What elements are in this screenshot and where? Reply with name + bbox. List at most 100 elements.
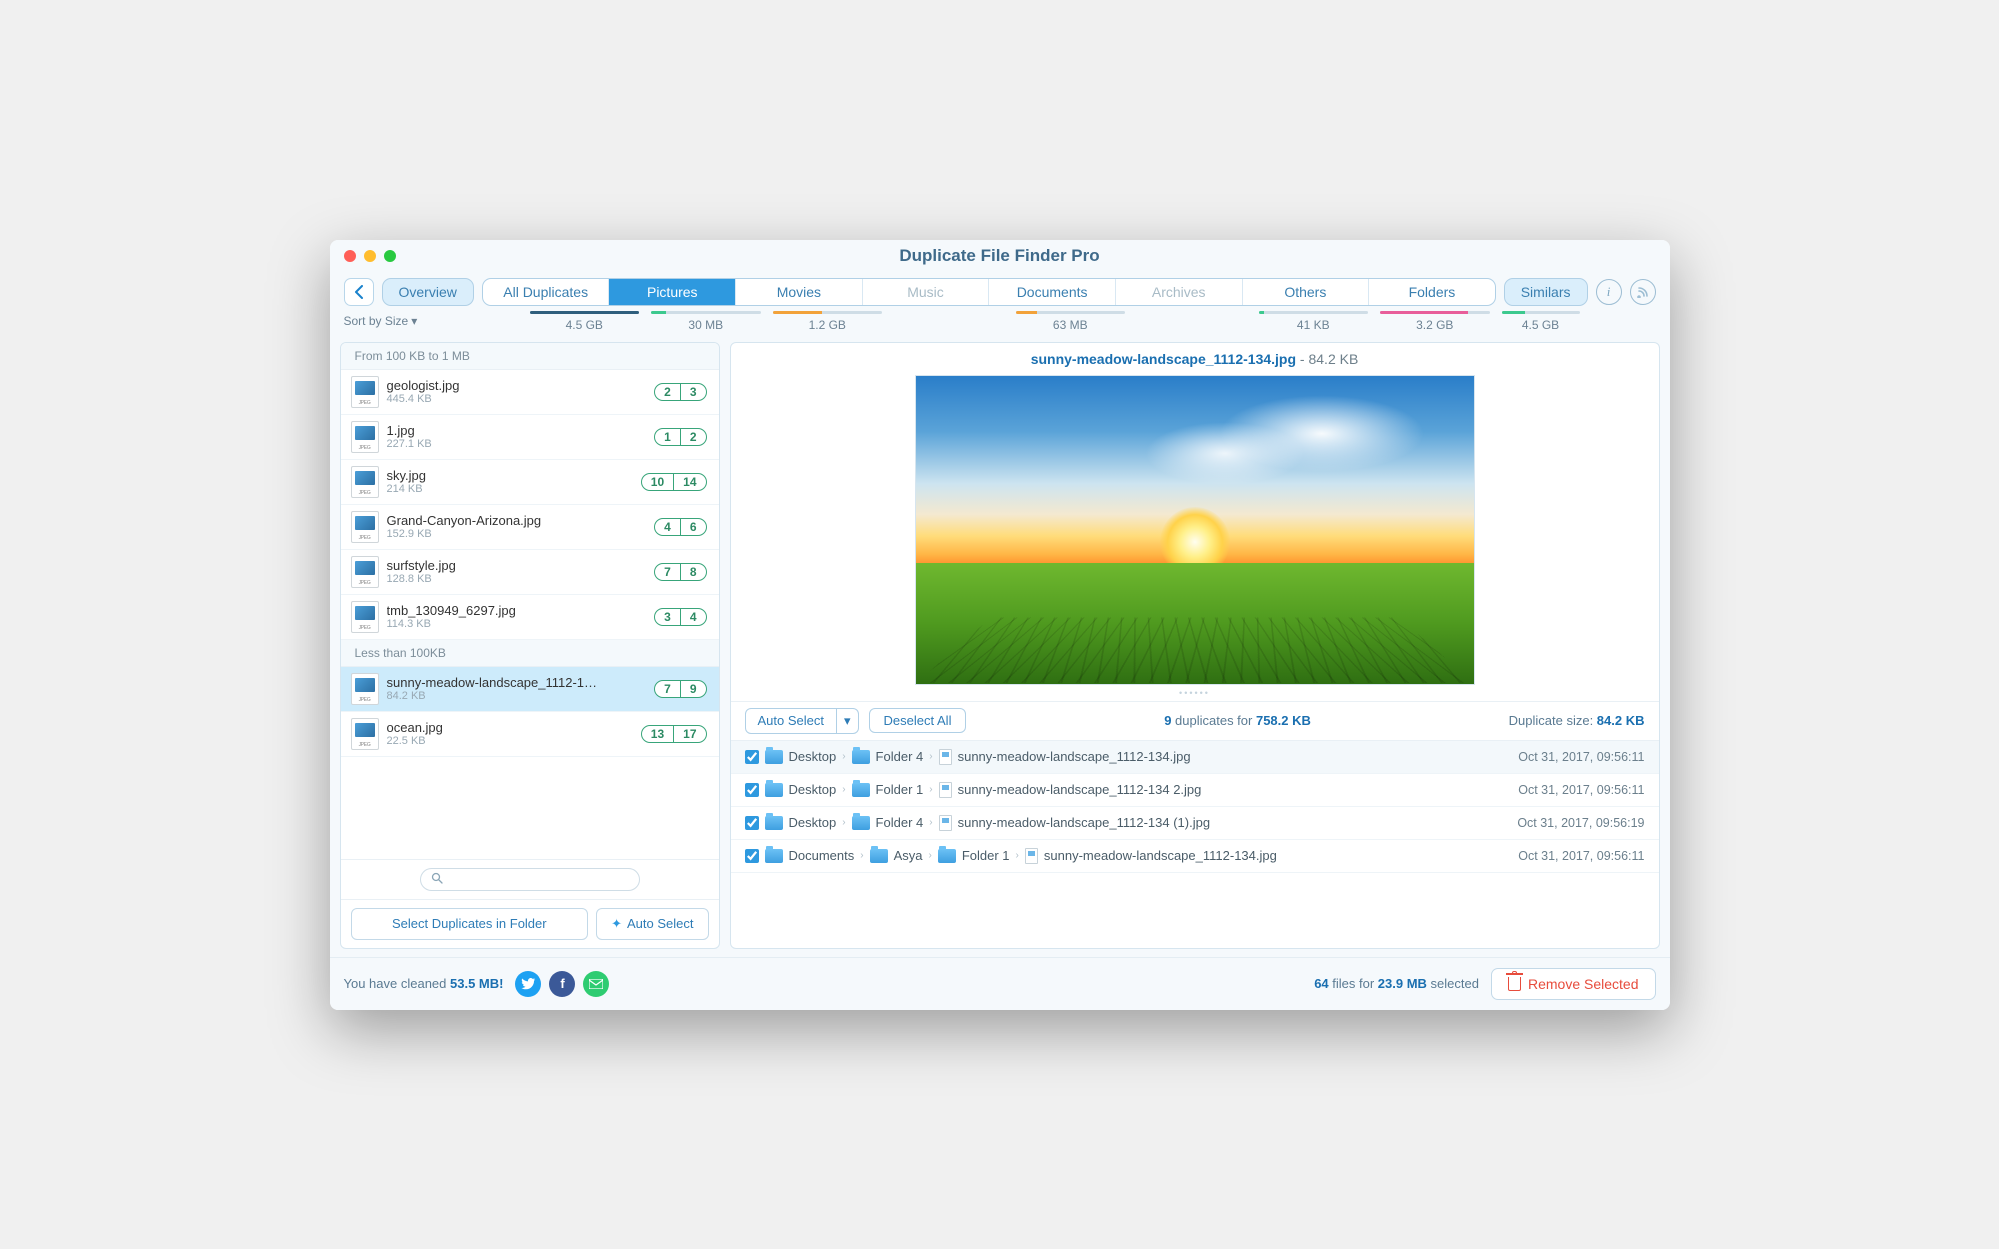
duplicate-row[interactable]: Desktop›Folder 1›sunny-meadow-landscape_… xyxy=(731,774,1659,807)
deselect-all-button[interactable]: Deselect All xyxy=(869,708,967,733)
folder-icon xyxy=(938,849,956,863)
file-row[interactable]: Grand-Canyon-Arizona.jpg152.9 KB46 xyxy=(341,505,719,550)
file-size: 84.2 KB xyxy=(387,690,647,702)
duplicate-filename: sunny-meadow-landscape_1112-134.jpg xyxy=(1044,848,1277,863)
duplicate-filename: sunny-meadow-landscape_1112-134 (1).jpg xyxy=(958,815,1210,830)
duplicate-checkbox[interactable] xyxy=(745,816,759,830)
tab-folders[interactable]: Folders xyxy=(1369,279,1495,305)
duplicate-count-badge: 46 xyxy=(654,518,706,536)
size-cell: 41 KB xyxy=(1253,311,1375,332)
select-duplicates-in-folder-button[interactable]: Select Duplicates in Folder xyxy=(351,908,589,940)
traffic-lights xyxy=(330,250,396,262)
file-row[interactable]: tmb_130949_6297.jpg114.3 KB34 xyxy=(341,595,719,640)
duplicate-size-label: Duplicate size: 84.2 KB xyxy=(1509,713,1645,728)
duplicate-count-badge: 23 xyxy=(654,383,706,401)
file-thumbnail-icon xyxy=(351,673,379,705)
titlebar: Duplicate File Finder Pro xyxy=(330,240,1670,272)
rss-icon[interactable] xyxy=(1630,279,1656,305)
minimize-window-icon[interactable] xyxy=(364,250,376,262)
auto-select-dropdown-button[interactable]: ▾ xyxy=(837,708,859,734)
file-name: 1.jpg xyxy=(387,423,647,438)
zoom-window-icon[interactable] xyxy=(384,250,396,262)
category-tabs: All DuplicatesPicturesMoviesMusicDocumen… xyxy=(482,278,1496,306)
duplicate-paths-list[interactable]: Desktop›Folder 4›sunny-meadow-landscape_… xyxy=(731,741,1659,873)
file-name: sky.jpg xyxy=(387,468,633,483)
duplicates-summary: 9 duplicates for 758.2 KB xyxy=(976,713,1498,728)
chevron-right-icon: › xyxy=(929,850,932,861)
social-buttons: f xyxy=(515,971,609,997)
duplicate-count-badge: 79 xyxy=(654,680,706,698)
tab-others[interactable]: Others xyxy=(1243,279,1370,305)
toolbar: Overview All DuplicatesPicturesMoviesMus… xyxy=(330,272,1670,306)
file-size: 214 KB xyxy=(387,483,633,495)
tab-similars[interactable]: Similars xyxy=(1504,278,1588,306)
search-input[interactable] xyxy=(449,872,629,886)
duplicate-path: Desktop›Folder 4›sunny-meadow-landscape_… xyxy=(765,815,1512,831)
twitter-icon[interactable] xyxy=(515,971,541,997)
group-header: From 100 KB to 1 MB xyxy=(341,343,719,370)
tab-overview[interactable]: Overview xyxy=(382,278,474,306)
file-name: sunny-meadow-landscape_1112-1… xyxy=(387,675,647,690)
back-button[interactable] xyxy=(344,278,374,306)
file-row[interactable]: 1.jpg227.1 KB12 xyxy=(341,415,719,460)
document-icon xyxy=(939,782,952,798)
duplicate-date: Oct 31, 2017, 09:56:11 xyxy=(1518,783,1644,797)
preview-image xyxy=(915,375,1475,685)
duplicate-row[interactable]: Desktop›Folder 4›sunny-meadow-landscape_… xyxy=(731,807,1659,840)
file-row[interactable]: sky.jpg214 KB 1014 xyxy=(341,460,719,505)
file-size: 227.1 KB xyxy=(387,438,647,450)
duplicate-row[interactable]: Desktop›Folder 4›sunny-meadow-landscape_… xyxy=(731,741,1659,774)
resize-grip[interactable]: •••••• xyxy=(731,685,1659,701)
file-row[interactable]: geologist.jpg445.4 KB23 xyxy=(341,370,719,415)
file-row[interactable]: sunny-meadow-landscape_1112-1…84.2 KB 79 xyxy=(341,667,719,712)
trash-icon xyxy=(1508,977,1521,991)
preview-header: sunny-meadow-landscape_1112-134.jpg - 84… xyxy=(731,343,1659,375)
group-header: Less than 100KB xyxy=(341,640,719,667)
preview-filename: sunny-meadow-landscape_1112-134.jpg xyxy=(1031,351,1296,367)
duplicate-path: Documents›Asya›Folder 1›sunny-meadow-lan… xyxy=(765,848,1513,864)
file-thumbnail-icon xyxy=(351,718,379,750)
email-icon[interactable] xyxy=(583,971,609,997)
duplicate-count-badge: 1317 xyxy=(641,725,707,743)
file-row[interactable]: surfstyle.jpg128.8 KB78 xyxy=(341,550,719,595)
duplicates-toolbar: Auto Select ▾ Deselect All 9 duplicates … xyxy=(731,701,1659,741)
tab-all-duplicates[interactable]: All Duplicates xyxy=(483,279,610,305)
duplicate-checkbox[interactable] xyxy=(745,750,759,764)
size-cell xyxy=(1131,311,1253,332)
file-list-panel: From 100 KB to 1 MBgeologist.jpg445.4 KB… xyxy=(340,342,720,949)
info-icon[interactable]: i xyxy=(1596,279,1622,305)
chevron-down-icon: ▾ xyxy=(411,314,417,328)
size-row: Sort by Size ▾ 4.5 GB30 MB1.2 GB63 MB41 … xyxy=(330,306,1670,342)
sort-dropdown[interactable]: Sort by Size ▾ xyxy=(344,314,524,328)
auto-select-main-button[interactable]: Auto Select xyxy=(745,708,838,734)
folder-icon xyxy=(852,750,870,764)
footer: You have cleaned 53.5 MB! f 64 files for… xyxy=(330,957,1670,1010)
file-list[interactable]: From 100 KB to 1 MBgeologist.jpg445.4 KB… xyxy=(341,343,719,859)
document-icon xyxy=(1025,848,1038,864)
duplicate-filename: sunny-meadow-landscape_1112-134 2.jpg xyxy=(958,782,1202,797)
tab-movies[interactable]: Movies xyxy=(736,279,863,305)
chevron-right-icon: › xyxy=(842,817,845,828)
remove-selected-button[interactable]: Remove Selected xyxy=(1491,968,1656,1000)
main-split: From 100 KB to 1 MBgeologist.jpg445.4 KB… xyxy=(330,342,1670,957)
duplicate-count-badge: 1014 xyxy=(641,473,707,491)
duplicate-checkbox[interactable] xyxy=(745,849,759,863)
tab-pictures[interactable]: Pictures xyxy=(609,279,736,305)
tab-music: Music xyxy=(863,279,990,305)
auto-select-split-button: Auto Select ▾ xyxy=(745,708,859,734)
size-cell xyxy=(888,311,1010,332)
auto-select-button[interactable]: ✦ Auto Select xyxy=(596,908,708,940)
tab-documents[interactable]: Documents xyxy=(989,279,1116,305)
file-thumbnail-icon xyxy=(351,466,379,498)
search-box[interactable] xyxy=(420,868,640,891)
file-size: 152.9 KB xyxy=(387,528,647,540)
file-size: 114.3 KB xyxy=(387,618,647,630)
chevron-right-icon: › xyxy=(842,751,845,762)
file-row[interactable]: ocean.jpg22.5 KB1317 xyxy=(341,712,719,757)
document-icon xyxy=(939,815,952,831)
duplicate-checkbox[interactable] xyxy=(745,783,759,797)
close-window-icon[interactable] xyxy=(344,250,356,262)
duplicate-row[interactable]: Documents›Asya›Folder 1›sunny-meadow-lan… xyxy=(731,840,1659,873)
facebook-icon[interactable]: f xyxy=(549,971,575,997)
file-size: 445.4 KB xyxy=(387,393,647,405)
